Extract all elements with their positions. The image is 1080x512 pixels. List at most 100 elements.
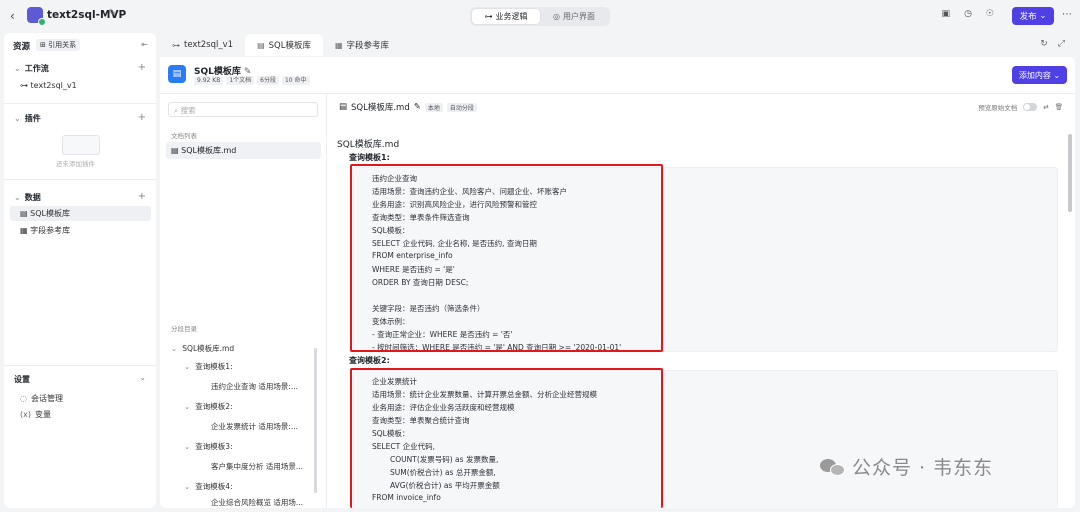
editor-tabs: ⊶ text2sql_v1 ▤ SQL模板库 ▦ 字段参考库 ↻ ⤢ <box>160 33 1075 57</box>
doc-side-pane: ⌕ 搜索 文档列表 ▤ SQL模板库.md 分段目录 ⌄ SQL模板库.md ⌄ 查… <box>160 94 327 508</box>
plugins-section[interactable]: ⌄ 插件 <box>14 113 41 124</box>
settings-section[interactable]: 设置 <box>14 374 30 385</box>
tab-workflow[interactable]: ⊶ text2sql_v1 <box>160 34 245 56</box>
chat-icon: ◌ <box>20 394 27 403</box>
publish-label: 发布 <box>1019 12 1037 22</box>
tab-sql-templates[interactable]: ▤ SQL模板库 <box>245 34 323 56</box>
doc-icon: ▤ <box>171 146 182 155</box>
knowledge-panel: ▤ SQL模板库 ✎ 9.92 KB 1个文档 6分段 10 命中 添加内容 ⌄ … <box>160 57 1075 510</box>
workflow-icon: ⊶ <box>20 81 31 90</box>
edit-icon[interactable]: ✎ <box>414 102 421 112</box>
add-content-label: 添加内容 <box>1018 70 1051 80</box>
mode-business-logic[interactable]: ⊶ 业务逻辑 <box>472 9 540 24</box>
chevron-down-icon: ⌄ <box>184 402 191 411</box>
table-icon: ▦ <box>334 40 343 50</box>
mode-switch: ⊶ 业务逻辑 ◎ 用户界面 <box>470 7 610 26</box>
md-title: SQL模板库.md <box>337 140 400 150</box>
tab-label: 字段参考库 <box>346 41 390 51</box>
wechat-icon <box>820 457 846 477</box>
scrollbar[interactable] <box>314 348 317 493</box>
edit-icon[interactable]: ✎ <box>108 8 116 19</box>
mode-label: 业务逻辑 <box>495 12 528 21</box>
settings-item-variables[interactable]: (x) 变量 <box>20 409 51 420</box>
tree-node-label: 查询模板2: <box>195 402 233 411</box>
search-icon: ⌕ <box>174 106 181 115</box>
back-icon[interactable]: ‹ <box>10 9 15 23</box>
mode-user-interface[interactable]: ◎ 用户界面 <box>540 9 608 24</box>
tree-node[interactable]: ⌄ 查询模板4: <box>184 481 233 492</box>
data-item-sql-templates[interactable]: ▤ SQL模板库 <box>10 206 151 221</box>
tree-leaf[interactable]: 企业综合风险概览 适用场... <box>211 497 303 508</box>
top-bar: ‹ text2sql-MVP ✎ ⊶ 业务逻辑 ◎ 用户界面 ▣ ◷ ☉ 发布 ⌄ … <box>0 0 1080 32</box>
chevron-down-icon: ⌄ <box>14 114 21 123</box>
chevron-down-icon[interactable]: ⌄ <box>139 373 146 382</box>
tree-root-label: SQL模板库.md <box>182 344 235 353</box>
tree-root[interactable]: ⌄ SQL模板库.md <box>171 343 234 354</box>
tree-leaf[interactable]: 企业发票统计 适用场景:... <box>211 421 298 432</box>
add-data-icon[interactable]: + <box>138 191 146 202</box>
data-item-field-reference[interactable]: ▦ 字段参考库 <box>20 225 70 236</box>
section-label: 工作流 <box>24 64 49 73</box>
sort-icon[interactable]: ⇄ <box>1043 103 1048 111</box>
variable-icon: (x) <box>20 410 31 419</box>
tag-local: 本地 <box>424 102 443 112</box>
scrollbar[interactable] <box>1068 134 1072 212</box>
settings-item-sessions[interactable]: ◌ 会话管理 <box>20 393 63 404</box>
tab-field-reference[interactable]: ▦ 字段参考库 <box>323 34 401 56</box>
search-input[interactable]: ⌕ 搜索 <box>168 102 318 117</box>
preview-label: 预览原始文档 <box>978 104 1018 112</box>
meta-docs: 1个文档 <box>226 76 255 85</box>
workflow-section[interactable]: ⌄ 工作流 <box>14 63 49 74</box>
workflow-icon: ⊶ <box>172 40 180 50</box>
doc-icon: ▤ <box>257 40 265 50</box>
more-icon[interactable]: ⋯ <box>1062 9 1072 20</box>
search-placeholder: 搜索 <box>180 106 196 115</box>
meta-segments: 6分段 <box>257 76 279 85</box>
chevron-down-icon: ⌄ <box>184 362 191 371</box>
meta-size: 9.92 KB <box>194 76 224 85</box>
query-template-heading: 查询模板1: <box>349 153 390 162</box>
highlight-box <box>350 164 663 352</box>
reference-badge[interactable]: ⊞ 引用关系 <box>36 39 81 51</box>
reference-label: 引用关系 <box>48 41 77 49</box>
workflow-item[interactable]: ⊶ text2sql_v1 <box>20 81 77 90</box>
tree-leaf-label: 企业发票统计 适用场景:... <box>211 422 299 431</box>
data-item-label: 字段参考库 <box>30 226 71 235</box>
publish-button[interactable]: 发布 ⌄ <box>1012 7 1054 25</box>
collapse-icon[interactable]: ⇤ <box>141 40 148 49</box>
tab-tools: ↻ ⤢ <box>1040 39 1065 49</box>
tree-leaf[interactable]: 客户集中度分析 适用场景... <box>211 461 303 472</box>
divider <box>4 103 156 104</box>
settings-item-label: 变量 <box>34 410 51 419</box>
section-label: 数据 <box>24 193 41 202</box>
preview-toggle[interactable] <box>1023 103 1038 111</box>
tree-node[interactable]: ⌄ 查询模板2: <box>184 401 233 412</box>
history-icon[interactable]: ◷ <box>964 9 972 19</box>
collaborators-icon[interactable]: ☉ <box>986 9 994 19</box>
add-plugin-icon[interactable]: + <box>138 112 146 123</box>
plugins-empty-text: 还未添加插件 <box>56 160 95 168</box>
doc-content: ▤ SQL模板库.md ✎ 本地 自动分段 预览原始文档 ⇄ 🗑 SQL模板库.… <box>327 94 1075 510</box>
doc-list-item[interactable]: ▤ SQL模板库.md <box>166 142 321 159</box>
resource-panel: 资源 ⊞ 引用关系 ⇤ ⌄ 工作流 + ⊶ text2sql_v1 ⌄ 插件 + 还… <box>4 33 156 508</box>
data-section[interactable]: ⌄ 数据 <box>14 192 41 203</box>
chevron-down-icon: ⌄ <box>14 193 21 202</box>
flow-icon: ⊶ <box>484 12 493 21</box>
add-content-button[interactable]: 添加内容 ⌄ <box>1012 66 1067 84</box>
section-label: 设置 <box>14 375 30 384</box>
preview-icon[interactable]: ▣ <box>942 9 951 19</box>
doc-icon: ▤ <box>20 209 31 218</box>
tree-node[interactable]: ⌄ 查询模板1: <box>184 361 233 372</box>
tree-node[interactable]: ⌄ 查询模板3: <box>184 441 233 452</box>
add-workflow-icon[interactable]: + <box>138 62 146 73</box>
tree-leaf[interactable]: 违约企业查询 适用场景:... <box>211 381 298 392</box>
doc-meta: 9.92 KB 1个文档 6分段 10 命中 <box>194 76 310 85</box>
app-logo <box>27 7 46 26</box>
data-item-label: SQL模板库 <box>30 209 70 218</box>
file-name: SQL模板库.md <box>351 103 410 113</box>
delete-icon[interactable]: 🗑 <box>1055 103 1063 111</box>
expand-icon[interactable]: ⤢ <box>1058 39 1065 49</box>
knowledge-doc-icon: ▤ <box>168 65 186 83</box>
refresh-icon[interactable]: ↻ <box>1040 39 1048 49</box>
workflow-item-label: text2sql_v1 <box>30 81 77 90</box>
